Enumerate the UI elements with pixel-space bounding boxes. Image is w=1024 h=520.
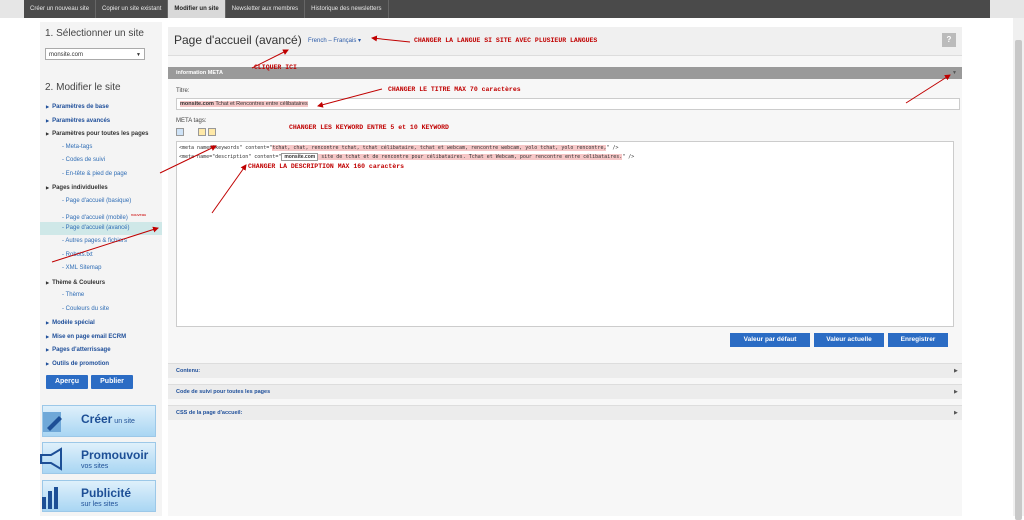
help-button[interactable]: ?: [942, 33, 956, 47]
caret-right-icon: ▶: [46, 360, 50, 366]
sidebar-item-all-pages-settings[interactable]: ▶ Paramètres pour toutes les pages: [40, 127, 162, 141]
default-value-button[interactable]: Valeur par défaut: [730, 333, 810, 347]
select-site-heading: 1. Sélectionner un site: [45, 28, 144, 39]
caret-right-icon: ▶: [46, 320, 50, 325]
sidebar-item-advanced-settings[interactable]: ▶ Paramètres avancés: [40, 114, 162, 128]
meta-keywords-line: <meta name="keywords" content="tchat, ch…: [179, 145, 619, 151]
new-badge: nouveau: [130, 212, 147, 217]
sidebar-item-robots[interactable]: - Robots.txt: [40, 249, 162, 263]
save-button[interactable]: Enregistrer: [888, 333, 948, 347]
promo-create-site[interactable]: Créer un site: [42, 405, 156, 437]
promo-create-title: Créer un site: [81, 412, 135, 426]
sidebar-item-promotion-tools[interactable]: ▶ Outils de promotion: [40, 357, 162, 371]
sidebar-item-meta-tags[interactable]: - Meta-tags: [40, 141, 162, 155]
page-scrollbar[interactable]: [1013, 18, 1024, 520]
tab-newsletter-history[interactable]: Historique des newsletters: [305, 0, 389, 18]
site-select-value: monsite.com: [49, 52, 84, 58]
sidebar-item-header-footer[interactable]: - En-tête & pied de page: [40, 168, 162, 182]
promo-promote-sub: vos sites: [81, 463, 109, 470]
caret-right-icon: ▶: [46, 104, 50, 109]
accordion-tracking-code[interactable]: Code de suivi pour toutes les pages ▶: [168, 384, 962, 399]
pencil-icon: [43, 412, 62, 432]
chevron-down-icon: ▼: [136, 52, 141, 58]
paste-icon[interactable]: [208, 128, 216, 136]
sidebar-item-theme[interactable]: - Thème: [40, 289, 162, 303]
chevron-right-icon: ▶: [954, 410, 958, 416]
meta-description-value: site de tchat et de rencontre pour célib…: [318, 154, 623, 160]
megaphone-icon: [40, 447, 62, 471]
tab-newsletter[interactable]: Newsletter aux membres: [226, 0, 306, 18]
caret-right-icon: ▶: [46, 131, 50, 136]
meta-tags-label: META tags:: [176, 118, 207, 124]
sidebar-item-other-pages[interactable]: - Autres pages & fichiers: [40, 235, 162, 249]
main-panel: Page d'accueil (avancé) French – Françai…: [168, 27, 962, 516]
meta-description-site: monsite.com: [281, 153, 319, 161]
promo-advertising-title: Publicité: [81, 486, 132, 500]
title-value: Tchat et Rencontres entre célibataires: [213, 101, 308, 107]
sidebar-item-basic-settings[interactable]: ▶ Paramètres de base: [40, 100, 162, 114]
sidebar-item-special-template[interactable]: ▶ Modèle spécial: [40, 316, 162, 330]
annotation-click-here: CLIQUER ICI: [254, 64, 297, 71]
sidebar-item-individual-pages[interactable]: ▶ Pages individuelles: [40, 181, 162, 195]
caret-right-icon: ▶: [46, 117, 50, 123]
code-view-icon[interactable]: [176, 128, 184, 136]
chevron-right-icon: ▶: [954, 389, 958, 395]
accordion-content[interactable]: Contenu: ▶: [168, 363, 962, 378]
sidebar-item-home-mobile[interactable]: - Page d'accueil (mobile)nouveau: [40, 208, 162, 222]
tab-copy-site[interactable]: Copier un site existant: [96, 0, 169, 18]
sidebar-item-email-layout[interactable]: ▶ Mise en page email ECRM: [40, 330, 162, 344]
caret-right-icon: ▶: [46, 185, 50, 190]
sidebar-item-home-basic[interactable]: - Page d'accueil (basique): [40, 195, 162, 209]
promo-advertising[interactable]: Publicité sur les sites: [42, 480, 156, 512]
title-label: Titre:: [176, 88, 190, 94]
current-value-button[interactable]: Valeur actuelle: [814, 333, 884, 347]
meta-description-line: <meta name="description" content=" monsit…: [179, 153, 635, 161]
caret-right-icon: ▶: [46, 279, 50, 285]
annotation-language: CHANGER LA LANGUE SI SITE AVEC PLUSIEUR …: [414, 37, 598, 44]
bar-chart-icon: [42, 487, 58, 509]
page-title: Page d'accueil (avancé): [174, 33, 302, 47]
annotation-title: CHANGER LE TITRE MAX 70 caractères: [388, 86, 521, 93]
sidebar-item-home-advanced[interactable]: - Page d'accueil (avancé): [40, 221, 162, 235]
meta-section-label: information META: [176, 70, 223, 76]
tab-create-site[interactable]: Créer un nouveau site: [24, 0, 97, 18]
edit-site-heading: 2. Modifier le site: [45, 82, 121, 93]
annotation-keywords: CHANGER LES KEYWORD ENTRE 5 et 10 KEYWOR…: [289, 124, 449, 131]
sidebar-item-theme-colors[interactable]: ▶ Thème & Couleurs: [40, 276, 162, 290]
language-selector[interactable]: French – Français ▾: [308, 37, 361, 44]
title-input[interactable]: monsite.com Tchat et Rencontres entre cé…: [176, 98, 960, 110]
sidebar-item-site-colors[interactable]: - Couleurs du site: [40, 303, 162, 317]
caret-right-icon: ▶: [46, 347, 50, 352]
promo-promote-title: Promouvoir: [81, 448, 149, 462]
title-site-name: monsite.com: [180, 101, 214, 107]
preview-button[interactable]: Aperçu: [46, 375, 88, 389]
sidebar-item-sitemap[interactable]: - XML Sitemap: [40, 262, 162, 276]
sidebar-nav: ▶ Paramètres de base ▶ Paramètres avancés …: [40, 100, 162, 370]
chevron-right-icon: ▶: [954, 368, 958, 374]
tab-edit-site[interactable]: Modifier un site: [168, 0, 226, 18]
promo-advertising-sub: sur les sites: [81, 501, 118, 508]
meta-keywords-value: tchat, chat, rencontre tchat, tchat céli…: [272, 145, 607, 151]
chevron-down-icon: ▾: [358, 38, 362, 44]
scrollbar-thumb[interactable]: [1015, 40, 1022, 520]
accordion-home-css[interactable]: CSS de la page d'accueil: ▶: [168, 405, 962, 420]
annotation-description: CHANGER LA DESCRIPTION MAX 160 caractèrs: [248, 163, 405, 170]
insert-icon[interactable]: [198, 128, 206, 136]
sidebar-item-tracking-codes[interactable]: - Codes de suivi: [40, 154, 162, 168]
top-navigation: Créer un nouveau site Copier un site exi…: [24, 0, 990, 18]
publish-button[interactable]: Publier: [91, 375, 133, 389]
promo-promote[interactable]: Promouvoir vos sites: [40, 442, 156, 474]
site-select[interactable]: monsite.com ▼: [45, 48, 145, 60]
sidebar-item-landing-pages[interactable]: ▶ Pages d'atterrissage: [40, 343, 162, 357]
caret-right-icon: ▶: [46, 333, 50, 339]
chevron-down-icon: ▼: [952, 70, 957, 76]
